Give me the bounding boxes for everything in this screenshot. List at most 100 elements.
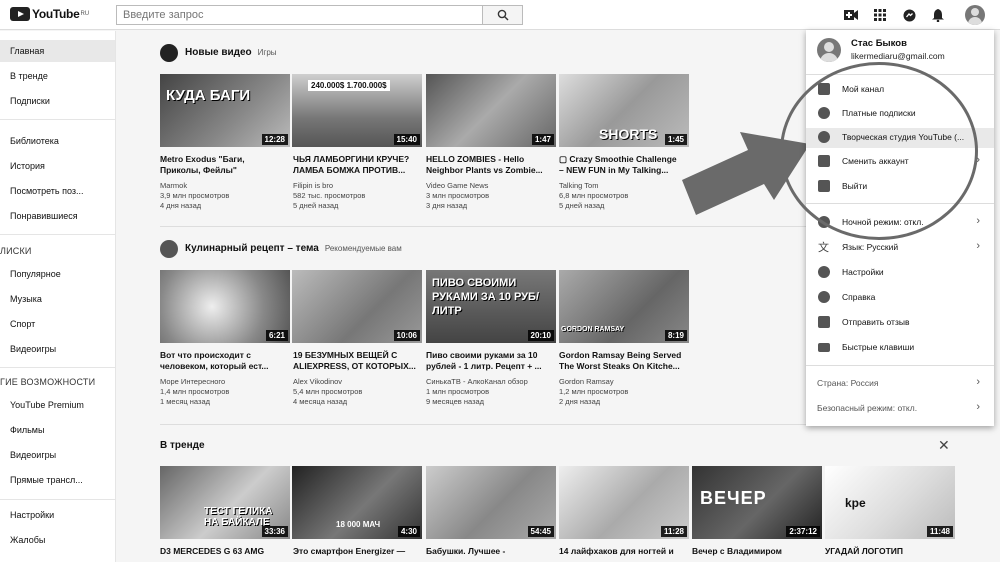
video-thumbnail[interactable]: 11:28 <box>559 466 689 539</box>
account-avatar[interactable] <box>965 5 985 25</box>
chevron-right-icon: › <box>976 401 980 413</box>
video-thumbnail[interactable]: ТЕСТ ГЕЛИКА НА БАЙКАЛЕ 33:36 <box>160 466 290 539</box>
account-avatar <box>817 38 841 62</box>
duration-badge: 6:21 <box>265 330 288 341</box>
video-thumbnail[interactable]: GORDON RAMSAY 8:19 <box>559 270 689 343</box>
gear-icon <box>818 266 830 278</box>
menu-item-send-feedback[interactable]: Отправить отзыв <box>806 313 994 333</box>
video-thumbnail[interactable]: 10:06 <box>292 270 422 343</box>
video-meta: Filipin is bro 582 тыс. просмотров 5 дней … <box>293 181 366 210</box>
video-thumbnail[interactable]: 54:45 <box>426 466 556 539</box>
logo-region: RU <box>80 11 90 17</box>
video-thumbnail[interactable]: 240.000$ 1.700.000$ 15:40 <box>292 74 422 147</box>
search-button[interactable] <box>482 5 523 25</box>
video-meta: Talking Tom 6,8 млн просмотров 5 дней наза… <box>559 181 629 210</box>
video-title[interactable]: Metro Exodus "Баги, Приколы, Фейлы" <box>160 154 292 176</box>
account-name: Стас Быков <box>851 38 907 49</box>
video-thumbnail[interactable]: 18 000 МАЧ 4:30 <box>292 466 422 539</box>
duration-badge: 8:19 <box>664 330 687 341</box>
video-meta: Alex Vikodinov 5,4 млн просмотров 4 месяца… <box>293 377 363 406</box>
sidebar-item-trending[interactable]: В тренде <box>10 71 48 81</box>
video-thumbnail[interactable]: 6:21 <box>160 270 290 343</box>
duration-badge: 10:06 <box>393 330 420 341</box>
sidebar-heading-more: ГИЕ ВОЗМОЖНОСТИ <box>0 377 96 387</box>
search-input[interactable] <box>117 6 482 24</box>
channel-icon[interactable] <box>160 44 178 62</box>
sidebar-item-videogames[interactable]: Видеоигры <box>10 344 56 354</box>
video-meta: Море Интересного 1,4 млн просмотров 1 меся… <box>160 377 230 406</box>
divider <box>806 365 994 366</box>
sidebar-item-settings[interactable]: Настройки <box>10 510 54 520</box>
sidebar-item-subscriptions[interactable]: Подписки <box>10 96 50 106</box>
sidebar-item-liked[interactable]: Понравившиеся <box>10 211 78 221</box>
video-title[interactable]: D3 MERCEDES G 63 AMG <box>160 546 292 557</box>
messages-icon[interactable] <box>900 6 918 24</box>
section-title: Новые видео Игры <box>185 47 277 58</box>
video-thumbnail[interactable]: SHORTS 1:45 <box>559 74 689 147</box>
translate-icon: 文 <box>818 242 829 254</box>
video-title[interactable]: Это смартфон Energizer — <box>293 546 425 557</box>
video-title[interactable]: УГАДАЙ ЛОГОТИП <box>825 546 957 557</box>
section-title: Кулинарный рецепт – тема Рекомендуемые ва… <box>185 243 402 254</box>
video-title[interactable]: 19 БЕЗУМНЫХ ВЕЩЕЙ С ALIEXPRESS, ОТ КОТОРЫ… <box>293 350 425 372</box>
sidebar-item-music[interactable]: Музыка <box>10 294 42 304</box>
menu-item-safe-mode[interactable]: Безопасный режим: откл. › <box>806 399 994 419</box>
section-title: В тренде <box>160 440 205 451</box>
account-email: likermediaru@gmail.com <box>851 51 945 61</box>
sidebar-item-live[interactable]: Прямые трансл... <box>10 475 83 485</box>
chevron-right-icon: › <box>976 240 980 252</box>
video-thumbnail[interactable]: 1:47 <box>426 74 556 147</box>
annotation-circle <box>780 62 978 240</box>
sidebar-item-movies[interactable]: Фильмы <box>10 425 44 435</box>
video-title[interactable]: Gordon Ramsay Being Served The Worst Stea… <box>559 350 691 372</box>
menu-item-settings[interactable]: Настройки <box>806 263 994 283</box>
sidebar-item-history[interactable]: История <box>10 161 45 171</box>
notifications-bell-icon[interactable] <box>929 6 947 24</box>
topic-icon[interactable] <box>160 240 178 258</box>
video-title[interactable]: Бабушки. Лучшее - <box>426 546 558 557</box>
sidebar-item-sport[interactable]: Спорт <box>10 319 35 329</box>
video-title[interactable]: ▢ Crazy Smoothie Challenge – NEW FUN in M… <box>559 154 691 176</box>
video-thumbnail[interactable]: КУДА БАГИ 12:28 <box>160 74 290 147</box>
sidebar-item-library[interactable]: Библиотека <box>10 136 59 146</box>
video-title[interactable]: HELLO ZOMBIES - Hello Neighbor Plants vs … <box>426 154 558 176</box>
video-title[interactable]: Вот что происходит с человеком, который е… <box>160 350 292 372</box>
sidebar-item-gaming[interactable]: Видеоигры <box>10 450 56 460</box>
menu-item-language[interactable]: 文 Язык: Русский › <box>806 238 994 258</box>
help-icon <box>818 291 830 303</box>
close-icon[interactable]: ✕ <box>938 437 950 454</box>
duration-badge: 54:45 <box>527 526 554 537</box>
sidebar-item-popular[interactable]: Популярное <box>10 269 61 279</box>
apps-grid-icon[interactable] <box>871 6 889 24</box>
video-title[interactable]: Вечер с Владимиром <box>692 546 824 557</box>
top-bar: YouTube RU <box>0 0 1000 30</box>
youtube-logo[interactable]: YouTube RU <box>10 7 89 21</box>
video-title[interactable]: ЧЬЯ ЛАМБОРГИНИ КРУЧЕ? ЛАМБА БОМЖА ПРОТИВ.… <box>293 154 425 176</box>
menu-item-country[interactable]: Страна: Россия › <box>806 374 994 394</box>
divider <box>0 499 115 500</box>
video-thumbnail[interactable]: ВЕЧЕР 2:37:12 <box>692 466 822 539</box>
sidebar-item-premium[interactable]: YouTube Premium <box>10 400 84 410</box>
sidebar-heading-best: ЛИСКИ <box>0 246 32 256</box>
sidebar-item-home[interactable]: Главная <box>10 46 44 56</box>
video-thumbnail[interactable]: kpe 11:48 <box>825 466 955 539</box>
duration-badge: 33:36 <box>261 526 288 537</box>
sidebar-item-reports[interactable]: Жалобы <box>10 535 45 545</box>
duration-badge: 15:40 <box>393 134 420 145</box>
create-video-icon[interactable] <box>842 6 860 24</box>
menu-item-help[interactable]: Справка <box>806 288 994 308</box>
divider <box>0 234 115 235</box>
video-meta: СинькаТВ - АлкоКанал обзор 1 млн просмотр… <box>426 377 528 406</box>
logo-text: YouTube <box>32 7 80 21</box>
menu-item-keyboard-shortcuts[interactable]: Быстрые клавиши <box>806 338 994 358</box>
chevron-right-icon: › <box>976 215 980 227</box>
video-title[interactable]: 14 лайфхаков для ногтей и <box>559 546 691 557</box>
video-title[interactable]: Пиво своими руками за 10 рублей - 1 литр.… <box>426 350 558 372</box>
video-meta: Video Game News 3 млн просмотров 3 дня наз… <box>426 181 490 210</box>
video-thumbnail[interactable]: ПИВО СВОИМИ РУКАМИ ЗА 10 РУБ/ЛИТР 20:10 <box>426 270 556 343</box>
search-box[interactable] <box>116 5 483 25</box>
duration-badge: 12:28 <box>261 134 288 145</box>
sidebar: Главная В тренде Подписки Библиотека Ист… <box>0 31 116 562</box>
sidebar-item-watch-later[interactable]: Посмотреть поз... <box>10 186 84 196</box>
youtube-play-icon <box>10 7 30 21</box>
